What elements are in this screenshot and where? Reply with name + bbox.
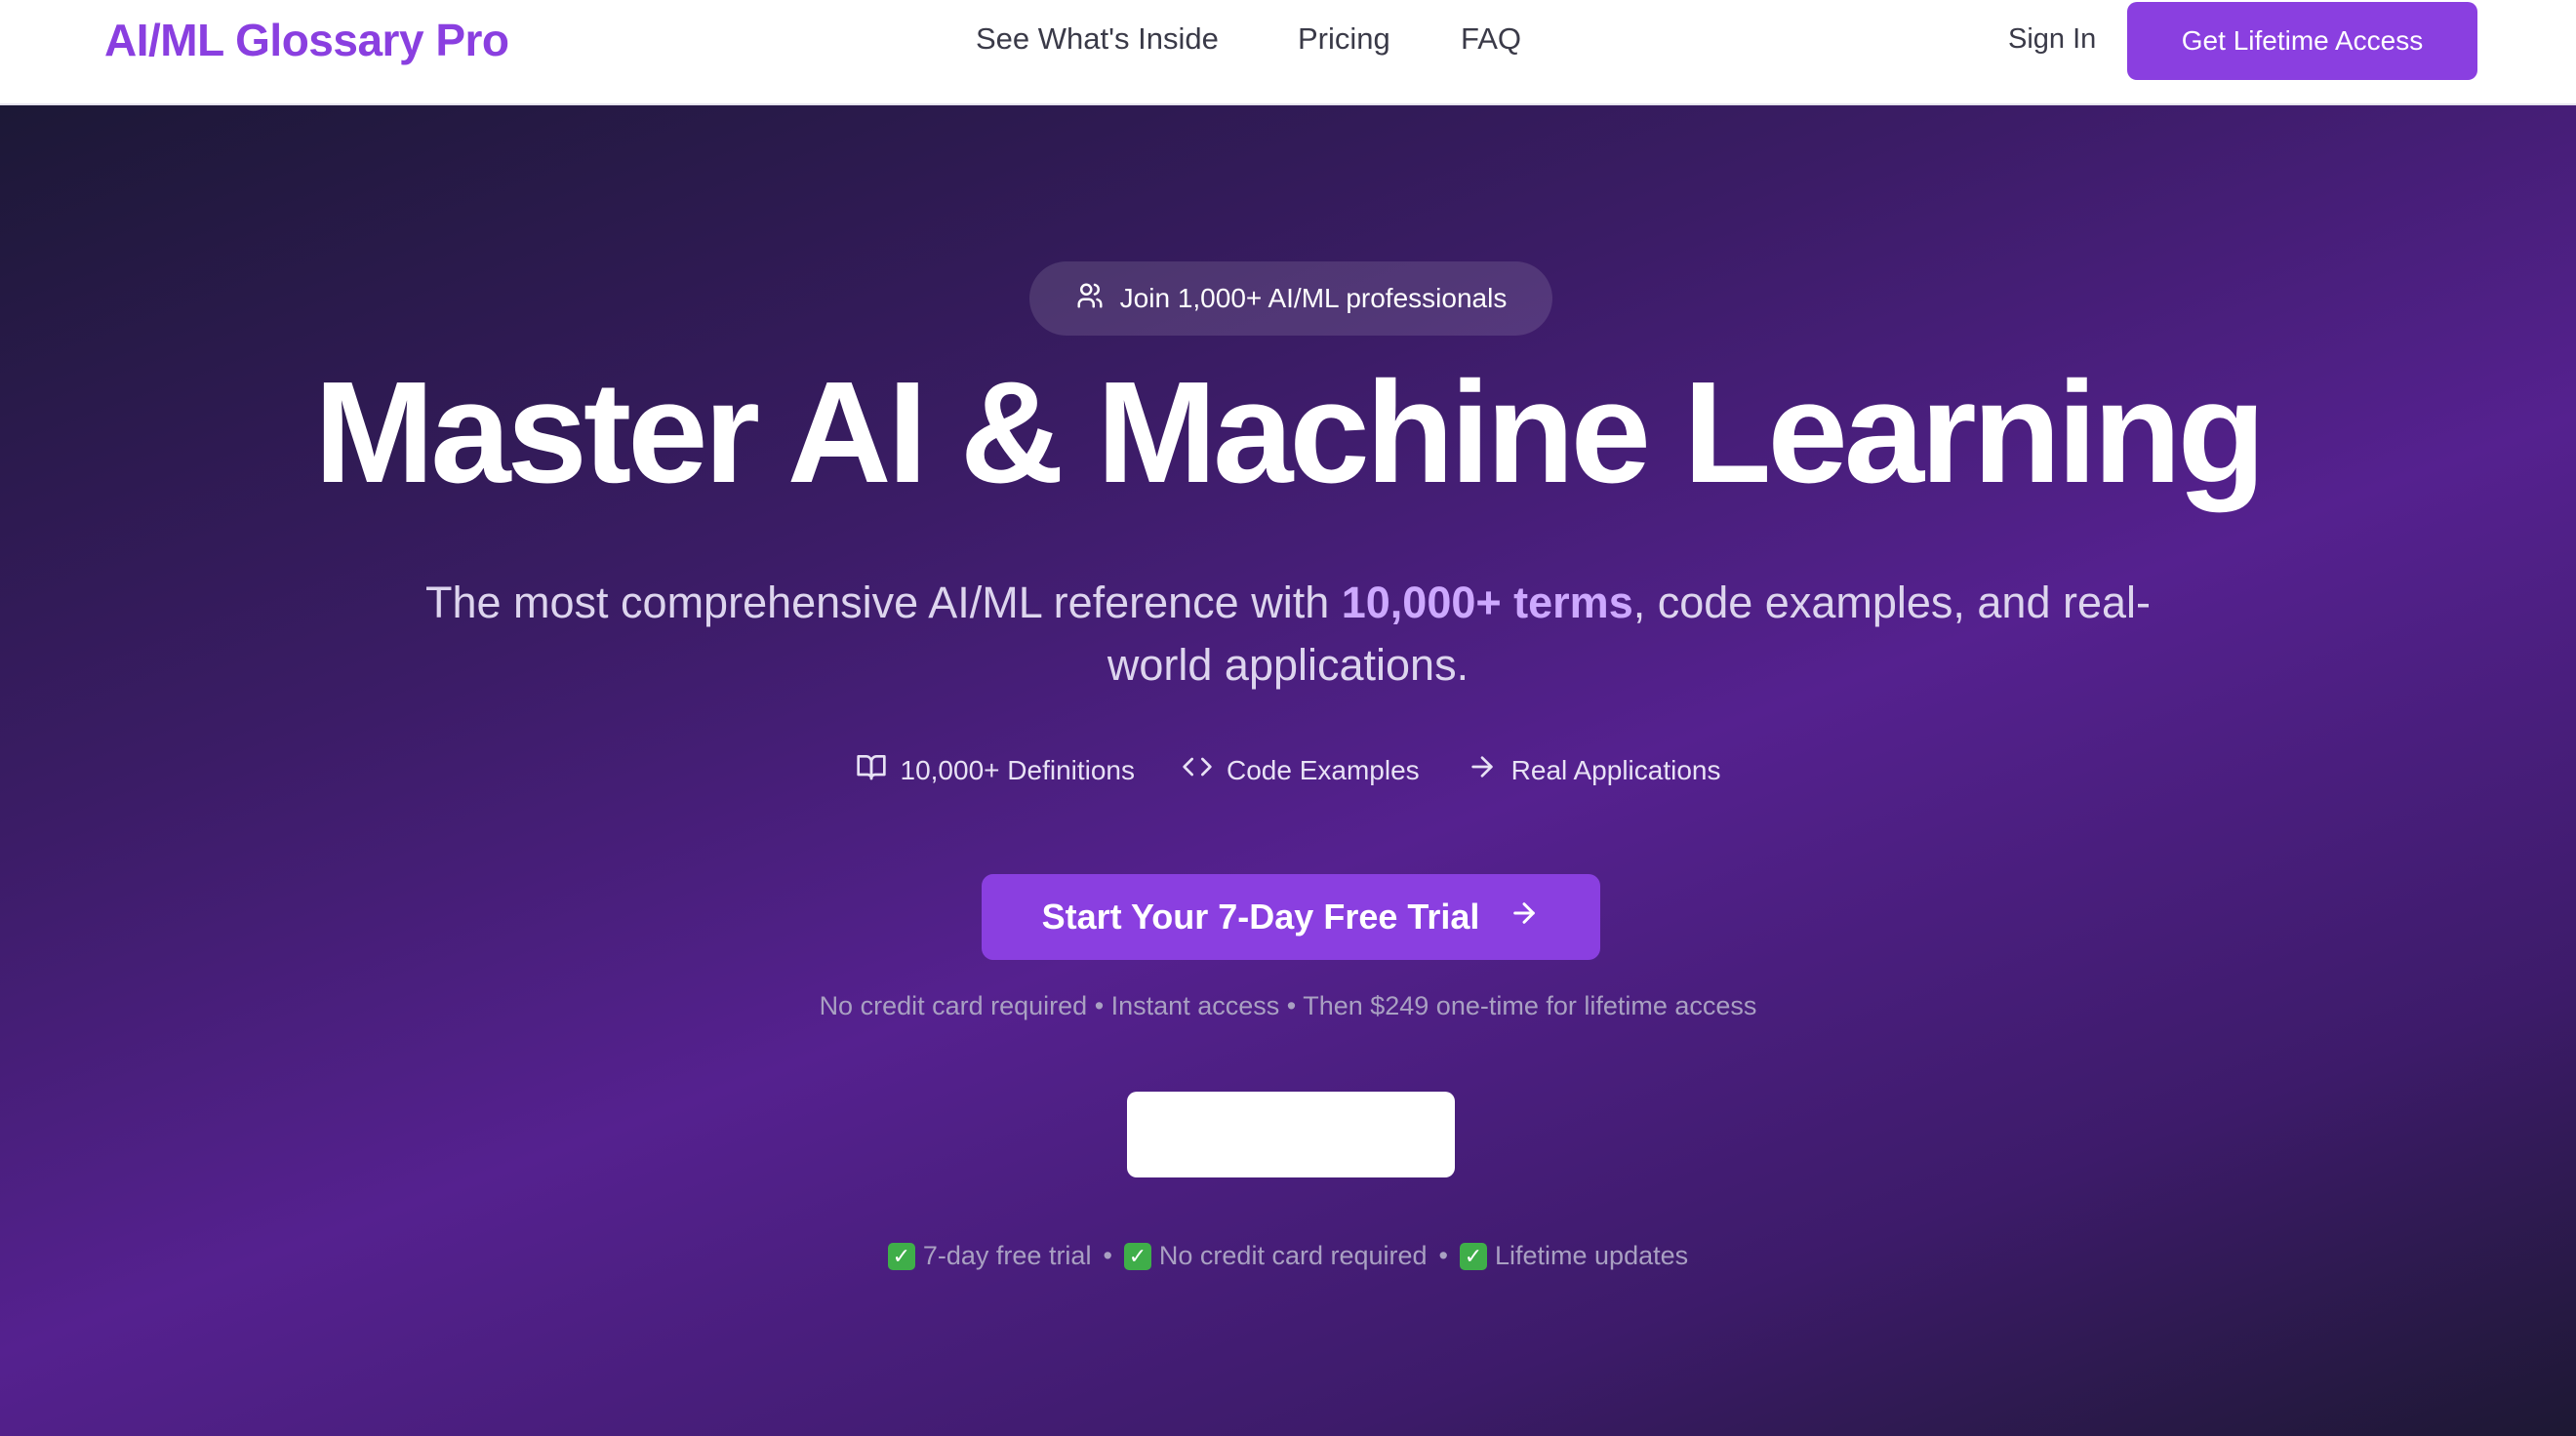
hero-section: Join 1,000+ AI/ML professionals Master A… (0, 105, 2576, 1436)
check-label: Lifetime updates (1495, 1241, 1689, 1270)
arrow-right-icon (1467, 751, 1498, 789)
nav-link-faq[interactable]: FAQ (1461, 21, 1521, 57)
sub-highlight: 10,000+ terms (1341, 578, 1633, 627)
check-icon: ✓ (1460, 1242, 1487, 1270)
top-navbar: AI/ML Glossary Pro See What's Inside Pri… (0, 0, 2576, 105)
cta-label: Start Your 7-Day Free Trial (1041, 897, 1480, 937)
users-icon (1075, 281, 1105, 317)
check-icon: ✓ (887, 1242, 915, 1270)
feature-label: Code Examples (1227, 754, 1420, 785)
social-proof-badge: Join 1,000+ AI/ML professionals (1029, 261, 1552, 336)
check-icon: ✓ (1123, 1242, 1151, 1270)
badge-text: Join 1,000+ AI/ML professionals (1119, 283, 1508, 313)
check-label: No credit card required (1158, 1241, 1428, 1270)
arrow-right-icon (1509, 897, 1540, 937)
get-lifetime-access-button[interactable]: Get Lifetime Access (2127, 2, 2477, 80)
sign-in-link[interactable]: Sign In (2008, 23, 2096, 56)
separator-dot: • (1103, 1241, 1112, 1270)
blank-white-button[interactable] (1127, 1092, 1455, 1177)
separator-dot: • (1438, 1241, 1448, 1270)
start-free-trial-button[interactable]: Start Your 7-Day Free Trial (982, 874, 1600, 960)
check-item-trial: ✓ 7-day free trial (887, 1241, 1092, 1271)
benefit-checklist: ✓ 7-day free trial • ✓ No credit card re… (0, 1241, 2576, 1271)
feature-list: 10,000+ Definitions Code Examples Real A… (0, 751, 2576, 789)
book-open-icon (856, 751, 887, 789)
check-item-no-card: ✓ No credit card required (1123, 1241, 1428, 1271)
check-label: 7-day free trial (922, 1241, 1092, 1270)
hero-subheadline: The most comprehensive AI/ML reference w… (410, 572, 2166, 697)
feature-label: 10,000+ Definitions (900, 754, 1136, 785)
nav-link-whats-inside[interactable]: See What's Inside (976, 21, 1219, 57)
cta-fineprint: No credit card required • Instant access… (819, 991, 1757, 1020)
hero-headline: Master AI & Machine Learning (313, 352, 2266, 513)
feature-code-examples: Code Examples (1182, 751, 1420, 789)
feature-label: Real Applications (1510, 754, 1721, 785)
sub-text-before: The most comprehensive AI/ML reference w… (424, 578, 1342, 627)
nav-link-pricing[interactable]: Pricing (1298, 21, 1390, 57)
code-icon (1182, 751, 1213, 789)
check-item-updates: ✓ Lifetime updates (1460, 1241, 1688, 1271)
feature-definitions: 10,000+ Definitions (856, 751, 1136, 789)
feature-real-applications: Real Applications (1467, 751, 1721, 789)
